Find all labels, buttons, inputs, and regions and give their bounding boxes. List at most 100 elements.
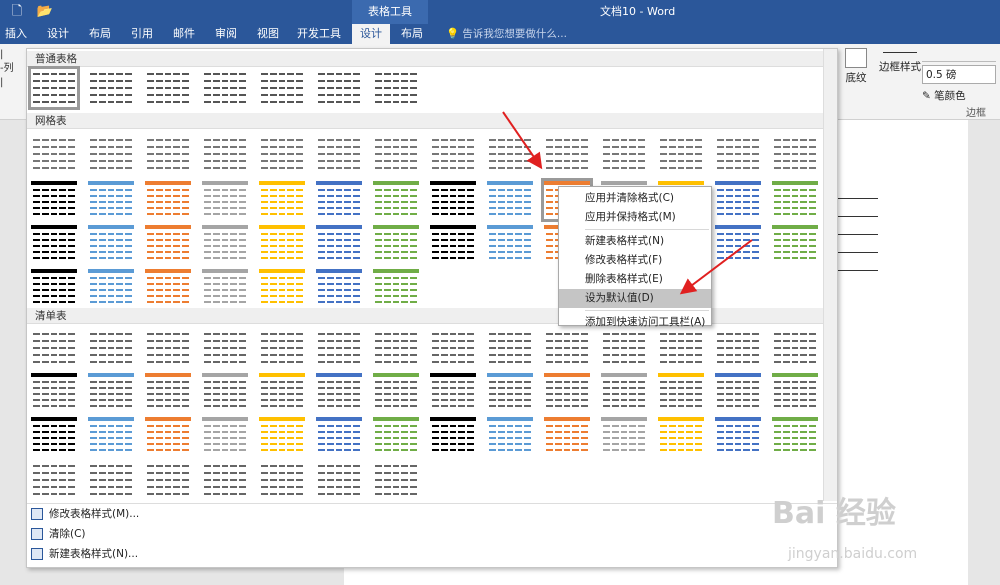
table-style-swatch[interactable] [658,329,704,367]
table-style-swatch[interactable] [202,181,248,219]
table-style-swatch[interactable] [373,461,419,499]
table-style-swatch[interactable] [487,135,533,173]
table-style-swatch[interactable] [31,461,77,499]
table-style-swatch[interactable] [373,181,419,219]
table-style-swatch[interactable] [373,417,419,455]
table-style-swatch[interactable] [31,225,77,263]
table-style-swatch[interactable] [601,135,647,173]
table-style-swatch[interactable] [316,373,362,411]
table-style-swatch[interactable] [658,135,704,173]
tab-review[interactable]: 审阅 [212,24,240,44]
table-style-swatch[interactable] [487,373,533,411]
table-style-swatch[interactable] [316,225,362,263]
table-style-swatch[interactable] [28,66,80,110]
table-style-swatch[interactable] [430,417,476,455]
table-style-swatch[interactable] [259,329,305,367]
pen-weight-dropdown[interactable]: 0.5 磅 [922,65,996,84]
table-style-swatch[interactable] [658,417,704,455]
table-style-swatch[interactable] [316,417,362,455]
tab-mailings[interactable]: 邮件 [170,24,198,44]
table-style-swatch[interactable] [145,417,191,455]
open-folder-icon[interactable]: 📂 [36,3,54,21]
shading-button[interactable]: 底纹 [838,48,874,85]
table-style-swatch[interactable] [487,181,533,219]
table-style-swatch[interactable] [430,181,476,219]
menu-apply-keep-formatting[interactable]: 应用并保持格式(M) [559,208,711,227]
table-style-swatch[interactable] [88,461,134,499]
modify-style-item[interactable]: 修改表格样式(M)... [27,504,837,524]
table-style-swatch[interactable] [145,269,191,307]
table-style-swatch[interactable] [316,269,362,307]
table-style-swatch[interactable] [31,417,77,455]
table-style-swatch[interactable] [88,269,134,307]
table-style-swatch[interactable] [487,225,533,263]
table-style-swatch[interactable] [316,181,362,219]
table-style-swatch[interactable] [715,181,761,219]
table-style-swatch[interactable] [202,373,248,411]
table-style-swatch[interactable] [202,417,248,455]
tab-table-layout[interactable]: 布局 [394,24,430,44]
menu-delete-table-style[interactable]: 删除表格样式(E) [559,270,711,289]
table-style-swatch[interactable] [715,417,761,455]
menu-set-as-default[interactable]: 设为默认值(D) [559,289,711,308]
table-style-swatch[interactable] [373,329,419,367]
table-style-swatch[interactable] [316,69,362,107]
table-style-swatch[interactable] [487,329,533,367]
table-style-swatch[interactable] [430,373,476,411]
table-style-swatch[interactable] [715,329,761,367]
table-style-swatch[interactable] [430,329,476,367]
table-style-swatch[interactable] [772,225,818,263]
tell-me-search[interactable]: 💡 告诉我您想要做什么... [446,24,567,44]
table-style-swatch[interactable] [544,373,590,411]
table-style-swatch[interactable] [373,225,419,263]
table-style-swatch[interactable] [31,373,77,411]
table-style-swatch[interactable] [145,373,191,411]
table-style-swatch[interactable] [487,417,533,455]
table-style-swatch[interactable] [601,417,647,455]
pen-style-dropdown[interactable] [922,48,996,62]
table-style-swatch[interactable] [202,329,248,367]
tab-developer[interactable]: 开发工具 [294,24,344,44]
table-style-swatch[interactable] [88,329,134,367]
document-table[interactable] [838,181,878,271]
table-style-swatch[interactable] [772,329,818,367]
table-style-swatch[interactable] [715,225,761,263]
table-style-swatch[interactable] [259,461,305,499]
tab-design[interactable]: 设计 [44,24,72,44]
table-style-swatch[interactable] [145,181,191,219]
table-style-swatch[interactable] [544,417,590,455]
table-style-swatch[interactable] [145,135,191,173]
tab-layout[interactable]: 布局 [86,24,114,44]
table-style-swatch[interactable] [145,69,191,107]
table-style-swatch[interactable] [430,225,476,263]
table-style-swatch[interactable] [259,181,305,219]
menu-apply-clear-formatting[interactable]: 应用并清除格式(C) [559,189,711,208]
table-style-swatch[interactable] [259,373,305,411]
table-style-swatch[interactable] [316,135,362,173]
table-style-swatch[interactable] [772,181,818,219]
table-style-swatch[interactable] [145,461,191,499]
table-style-swatch[interactable] [202,461,248,499]
menu-new-table-style[interactable]: 新建表格样式(N) [559,232,711,251]
table-style-swatch[interactable] [31,181,77,219]
tab-references[interactable]: 引用 [128,24,156,44]
table-style-swatch[interactable] [88,373,134,411]
table-style-swatch[interactable] [259,135,305,173]
table-style-swatch[interactable] [430,135,476,173]
table-style-swatch[interactable] [31,269,77,307]
tab-view[interactable]: 视图 [254,24,282,44]
clear-item[interactable]: 清除(C) [27,524,837,544]
table-style-swatch[interactable] [373,269,419,307]
table-style-swatch[interactable] [259,417,305,455]
table-style-swatch[interactable] [88,69,134,107]
table-style-swatch[interactable] [145,225,191,263]
table-style-swatch[interactable] [202,135,248,173]
gallery-scrollbar[interactable] [823,49,837,501]
table-style-swatch[interactable] [259,225,305,263]
table-style-swatch[interactable] [88,225,134,263]
table-style-swatch[interactable] [601,373,647,411]
table-style-swatch[interactable] [202,69,248,107]
table-style-swatch[interactable] [31,135,77,173]
new-style-item[interactable]: 新建表格样式(N)... [27,544,837,564]
border-styles-button[interactable]: 边框样式 [878,48,922,74]
